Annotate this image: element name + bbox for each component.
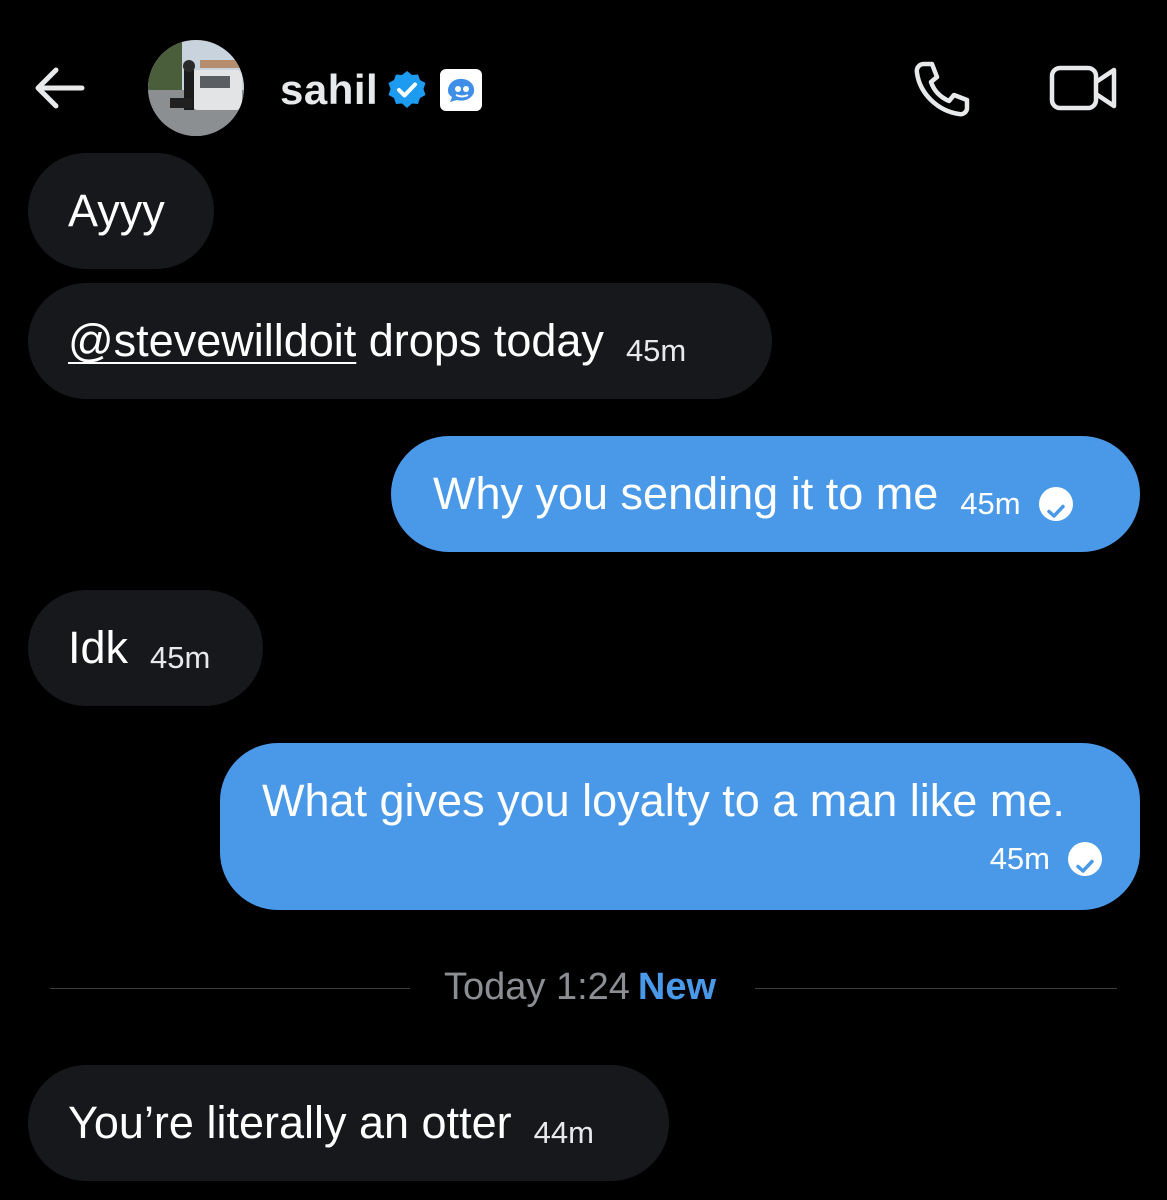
back-arrow-icon[interactable] [30, 62, 86, 114]
divider-line [50, 988, 410, 989]
avatar[interactable] [148, 40, 244, 136]
read-check-icon [1068, 842, 1102, 876]
message-timestamp: 44m [533, 1115, 594, 1150]
message-timestamp: 45m [625, 333, 687, 368]
dm-conversation: sahil Ayyy @stevewilldoit drops today 45… [0, 0, 1167, 1200]
divider-line [755, 988, 1117, 989]
video-camera-icon[interactable] [1048, 60, 1120, 116]
message-text: Why you sending it to me [433, 468, 939, 519]
message-bubble-incoming[interactable]: Ayyy [28, 153, 214, 269]
header-title[interactable]: sahil [280, 60, 483, 120]
new-messages-divider: Today 1:24 New [0, 960, 1167, 1016]
divider-label: Today 1:24 New [444, 966, 716, 1009]
message-bubble-outgoing[interactable]: What gives you loyalty to a man like me.… [220, 743, 1140, 910]
message-timestamp: 45m [150, 640, 211, 675]
phone-icon[interactable] [910, 58, 974, 118]
message-timestamp: 45m [989, 841, 1050, 876]
affiliate-badge-icon [440, 69, 483, 111]
new-badge: New [637, 966, 717, 1008]
mention-link[interactable]: @stevewilldoit [68, 315, 356, 367]
divider-time: Today 1:24 [444, 966, 630, 1008]
verified-badge-icon [388, 71, 426, 108]
message-bubble-incoming[interactable]: You’re literally an otter 44m [28, 1065, 669, 1181]
contact-name: sahil [280, 66, 379, 113]
message-bubble-outgoing[interactable]: Why you sending it to me 45m [391, 436, 1140, 552]
message-text: What gives you loyalty to a man like me. [262, 775, 1065, 826]
message-text: You’re literally an otter [68, 1097, 512, 1148]
message-text: drops today [356, 315, 604, 366]
message-bubble-incoming[interactable]: Idk 45m [28, 590, 263, 706]
message-text: Ayyy [68, 185, 165, 236]
message-timestamp: 45m [960, 486, 1021, 521]
message-bubble-incoming[interactable]: @stevewilldoit drops today 45m [28, 283, 772, 399]
read-check-icon [1038, 487, 1073, 521]
conversation-header: sahil [0, 0, 1167, 150]
message-text: Idk [68, 622, 129, 673]
